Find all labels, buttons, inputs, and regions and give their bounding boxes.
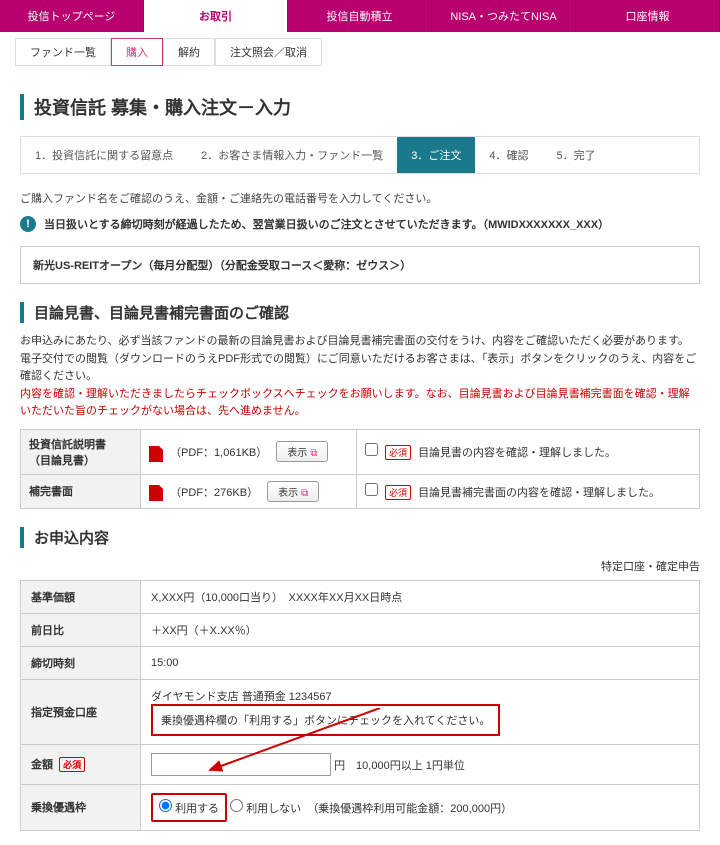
switch-cell: 利用する 利用しない （乗換優遇枠利用可能金額：200,000円） [141,784,700,830]
docs-desc: お申込みにあたり、必ず当該ファンドの最新の目論見書および目論見書補完書面の交付を… [20,333,700,421]
subnav-sell[interactable]: 解約 [163,38,215,66]
top-nav: 投信トップページ お取引 投信自動積立 NISA・つみたてNISA 口座情報 [0,0,720,32]
pdf-icon [149,485,163,501]
notice-banner: ! 当日扱いとする締切時刻が経過したため、翌営業日扱いのご注文とさせていただきま… [20,216,700,232]
row-label: 前日比 [21,613,141,646]
doc-row-file: （PDF：1,061KB） 表示⧉ [141,429,357,474]
subnav-orders[interactable]: 注文照会／取消 [215,38,322,66]
step-2: 2．お客さま情報入力・ファンド一覧 [187,137,397,173]
doc-row-confirm: 必須 目論見書の内容を確認・理解しました。 [356,429,699,474]
step-3: 3．ご注文 [397,137,475,173]
step-1: 1．投資信託に関する留意点 [21,137,187,173]
row-label: 基準価額 [21,580,141,613]
doc-row-label: 投資信託説明書 （目論見書） [21,429,141,474]
step-indicator: 1．投資信託に関する留意点 2．お客さま情報入力・ファンド一覧 3．ご注文 4．… [20,136,700,174]
subnav-buy[interactable]: 購入 [111,38,163,66]
nav-nisa[interactable]: NISA・つみたてNISA [432,0,576,32]
docs-table: 投資信託説明書 （目論見書） （PDF：1,061KB） 表示⧉ 必須 目論見書… [20,429,700,509]
lead-text: ご購入ファンド名をご確認のうえ、金額・ご連絡先の電話番号を入力してください。 [20,190,700,206]
sub-nav: ファンド一覧 購入 解約 注文照会／取消 [0,32,720,72]
doc-row-confirm: 必須 目論見書補完書面の内容を確認・理解しました。 [356,474,699,508]
amount-input[interactable] [151,753,331,776]
external-icon: ⧉ [301,488,308,499]
docs-section-title: 目論見書、目論見書補完書面のご確認 [20,302,700,323]
row-value: ＋XX円（＋X.XX％） [141,613,700,646]
confirm-checkbox[interactable] [365,483,378,496]
row-label: 乗換優遇枠 [21,784,141,830]
page-title: 投資信託 募集・購入注文－入力 [20,94,700,120]
step-5: 5．完了 [543,137,610,173]
row-value: X,XXX円（10,000口当り） XXXX年XX月XX日時点 [141,580,700,613]
info-icon: ! [20,216,36,232]
nav-top[interactable]: 投信トップページ [0,0,144,32]
row-value: ダイヤモンド支店 普通預金 1234567 乗換優遇枠欄の「利用する」ボタンにチ… [141,679,700,744]
row-label: 締切時刻 [21,646,141,679]
apply-section-title: お申込内容 [20,527,700,548]
row-value: 15:00 [141,646,700,679]
pdf-icon [149,446,163,462]
fund-name-box: 新光US-REITオープン（毎月分配型）（分配金受取コース＜愛称：ゼウス＞） [20,246,700,284]
step-4: 4．確認 [475,137,542,173]
required-badge: 必須 [59,757,85,772]
show-button[interactable]: 表示⧉ [276,441,328,462]
apply-table: 基準価額 X,XXX円（10,000口当り） XXXX年XX月XX日時点 前日比… [20,580,700,831]
nav-trade[interactable]: お取引 [144,0,288,32]
row-label: 金額 必須 [21,744,141,784]
doc-row-label: 補完書面 [21,474,141,508]
callout-box: 乗換優遇枠欄の「利用する」ボタンにチェックを入れてください。 [151,704,500,736]
external-icon: ⧉ [310,448,317,459]
required-badge: 必須 [385,485,411,500]
doc-row-file: （PDF：276KB） 表示⧉ [141,474,357,508]
confirm-checkbox[interactable] [365,443,378,456]
radio-use[interactable]: 利用する [159,803,219,815]
account-type-note: 特定口座・確定申告 [20,558,700,574]
radio-not-use[interactable]: 利用しない [230,803,301,815]
show-button[interactable]: 表示⧉ [267,481,319,502]
nav-auto[interactable]: 投信自動積立 [288,0,432,32]
notice-text: 当日扱いとする締切時刻が経過したため、翌営業日扱いのご注文とさせていただきます。… [44,216,609,232]
use-radio-highlight: 利用する [151,793,227,822]
row-label: 指定預金口座 [21,679,141,744]
nav-account[interactable]: 口座情報 [576,0,720,32]
subnav-list[interactable]: ファンド一覧 [15,38,111,66]
required-badge: 必須 [385,445,411,460]
amount-cell: 円 10,000円以上 1円単位 [141,744,700,784]
